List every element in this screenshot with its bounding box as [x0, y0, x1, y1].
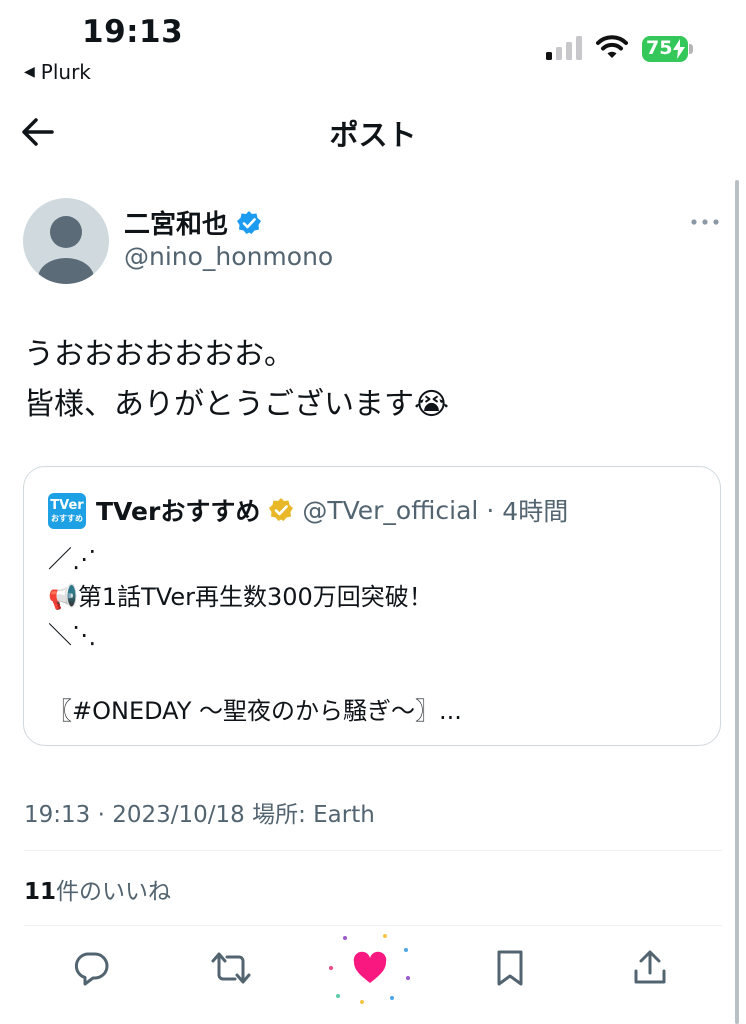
back-triangle-icon: ◀ — [24, 64, 35, 80]
post-timestamp: 19:13 · 2023/10/18 場所: Earth — [24, 802, 375, 828]
tver-logo: TVer おすすめ — [48, 493, 86, 529]
quoted-post-text: ／⋰ 📢第1話TVer再生数300万回突破！ ＼⋱ 〖#ONEDAY 〜聖夜のか… — [48, 545, 462, 725]
like-button[interactable] — [348, 946, 392, 990]
author-name-text: 二宮和也 — [124, 210, 229, 240]
author-handle[interactable]: @nino_honmono — [124, 242, 333, 271]
likes-count: 11 — [24, 879, 57, 905]
back-to-app-link[interactable]: ◀ Plurk — [24, 60, 91, 84]
retweet-icon — [211, 952, 251, 984]
battery-level: 75 — [646, 37, 673, 59]
default-avatar-icon — [38, 216, 94, 284]
page-title: ポスト — [329, 118, 417, 152]
like-icon — [353, 951, 387, 983]
divider — [24, 925, 722, 926]
more-options-icon[interactable] — [690, 212, 720, 232]
sparkle-dot — [343, 936, 347, 940]
likes-label: 件のいいね — [56, 879, 172, 905]
retweet-button[interactable] — [209, 946, 253, 990]
sparkle-dot — [390, 996, 394, 1000]
reply-icon — [74, 952, 109, 986]
quoted-post-time: 4時間 — [502, 497, 569, 526]
sparkle-dot — [383, 934, 387, 938]
battery-tip — [689, 44, 693, 54]
cellular-signal-icon — [546, 36, 582, 60]
sparkle-dot — [404, 948, 408, 952]
status-time: 19:13 — [82, 14, 184, 50]
share-icon — [634, 950, 666, 984]
quoted-author-handle: @TVer_official — [302, 495, 479, 525]
divider — [24, 850, 722, 851]
gold-verified-badge-icon — [269, 498, 294, 521]
quoted-post-header: TVerおすすめ @TVer_official · 4時間 — [96, 492, 568, 528]
battery-icon: 75 — [642, 36, 694, 62]
post-text: うおおおおおおお。 皆様、ありがとうございます😭 — [24, 337, 450, 422]
quoted-author-name: TVerおすすめ — [96, 497, 261, 526]
wifi-icon — [596, 35, 628, 58]
charging-bolt-icon — [673, 39, 685, 59]
share-button[interactable] — [628, 946, 672, 990]
sparkle-dot — [406, 976, 410, 980]
tver-logo-text: TVer — [50, 498, 84, 513]
verified-badge-icon — [237, 210, 262, 234]
bookmark-button[interactable] — [488, 946, 532, 990]
reply-button[interactable] — [70, 946, 114, 990]
sparkle-dot — [360, 1000, 364, 1004]
avatar[interactable] — [23, 198, 109, 284]
sparkle-dot — [336, 994, 340, 998]
scrollbar[interactable] — [735, 180, 739, 1024]
sparkle-dot — [329, 966, 333, 970]
author-name[interactable]: 二宮和也 — [124, 204, 262, 241]
back-app-label: Plurk — [40, 60, 91, 84]
bookmark-icon — [497, 950, 523, 986]
dot-separator: · — [486, 495, 495, 525]
likes-count-link[interactable]: 11件のいいね — [24, 872, 171, 906]
tver-logo-subtext: おすすめ — [51, 514, 83, 523]
